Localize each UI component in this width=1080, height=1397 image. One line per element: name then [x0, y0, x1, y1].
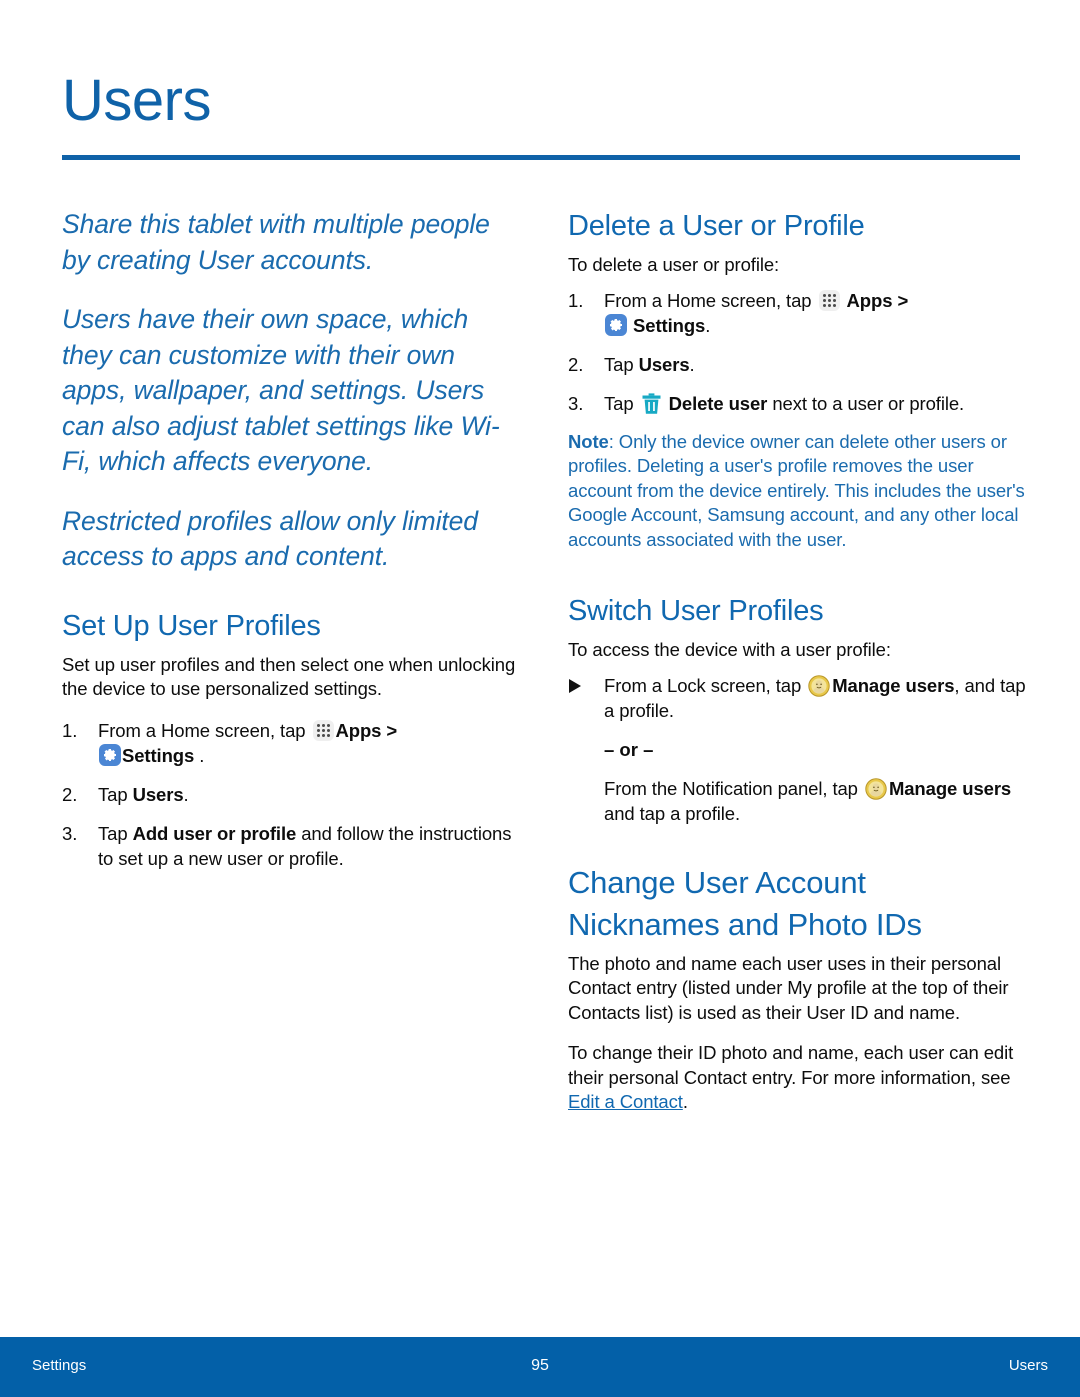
- footer-topic-label: Users: [1008, 1357, 1048, 1374]
- settings-icon: [99, 743, 121, 766]
- list-item: 1. From a Home screen, tap Apps > Setting…: [568, 288, 1028, 338]
- apps-label: Apps: [335, 719, 382, 741]
- delete-steps-list: 1. From a Home screen, tap Apps > Setting…: [568, 288, 1028, 416]
- step-bold-term: Delete user: [668, 392, 768, 414]
- apps-icon: [312, 719, 334, 741]
- settings-label: Settings: [633, 314, 706, 336]
- step-number: 1.: [62, 719, 78, 741]
- note-text: : Only the device owner can delete other…: [568, 430, 1025, 550]
- switch-intro-text: To access the device with a user profile…: [568, 639, 891, 660]
- heading-set-up-user-profiles: Set Up User Profiles: [62, 609, 321, 642]
- right-column: Delete a User or Profile To delete a use…: [568, 207, 1028, 1131]
- step-number: 2.: [568, 353, 584, 375]
- step-text-tail: next to a user or profile.: [767, 392, 965, 414]
- list-item: 3. Tap Delete user next to a user or prof…: [568, 391, 1028, 416]
- note-paragraph: Note: Only the device owner can delete o…: [568, 430, 1028, 553]
- delete-user-trash-icon: [642, 392, 661, 415]
- step-period: .: [183, 783, 189, 805]
- arrow-bullet-icon: [569, 678, 581, 693]
- nickname-paragraph-1: The photo and name each user uses in the…: [568, 952, 1009, 1023]
- page-title: Users: [62, 68, 211, 133]
- step-bold-term: Users: [638, 353, 690, 375]
- page-footer: Settings 95 Users: [0, 1337, 1080, 1397]
- intro-paragraph-3: Restricted profiles allow only limited a…: [62, 505, 478, 572]
- step-number: 3.: [568, 392, 584, 414]
- list-item: 1. From a Home screen, tap Apps > Setting…: [62, 718, 522, 768]
- step-separator: >: [897, 289, 909, 311]
- set-up-intro-text: Set up user profiles and then select one…: [62, 653, 516, 700]
- step-text: Tap: [604, 353, 634, 375]
- step-text: From a Lock screen, tap: [604, 674, 802, 696]
- heading-switch-user-profiles: Switch User Profiles: [568, 595, 824, 627]
- switch-steps-list: From a Lock screen, tap Manage users, an…: [568, 673, 1028, 723]
- edit-a-contact-link[interactable]: Edit a Contact: [568, 1091, 683, 1112]
- title-divider: [62, 155, 1020, 160]
- settings-icon: [605, 313, 627, 336]
- delete-intro-text: To delete a user or profile:: [568, 254, 780, 275]
- apps-icon: [818, 289, 840, 311]
- heading-change-user-account-nicknames-line2: Nicknames and Photo IDs: [568, 906, 922, 942]
- footer-page-number: 95: [531, 1357, 549, 1374]
- step-period: .: [689, 353, 695, 375]
- step-text: From a Home screen, tap: [604, 289, 812, 311]
- list-item: 3. Tap Add user or profile and follow the…: [62, 821, 522, 871]
- list-item: 2. Tap Users.: [568, 352, 1028, 377]
- switch-alternate-step: From the Notification panel, tap Manage …: [568, 776, 1028, 826]
- list-item: From a Lock screen, tap Manage users, an…: [568, 673, 1028, 723]
- step-period: .: [705, 314, 711, 336]
- step-bold-term: Manage users: [888, 777, 1012, 799]
- note-label: Note: [568, 430, 609, 452]
- manual-page: Users Share this tablet with multiple pe…: [0, 0, 1080, 1397]
- step-bold-term: Users: [132, 783, 184, 805]
- step-number: 2.: [62, 783, 78, 805]
- nickname-paragraph-2-post: .: [682, 1091, 688, 1112]
- step-text: Tap: [98, 783, 128, 805]
- step-text: Tap: [604, 392, 634, 414]
- step-text: From a Home screen, tap: [98, 719, 306, 741]
- step-text: Tap: [98, 822, 128, 844]
- step-text-tail: and tap a profile.: [604, 802, 741, 824]
- settings-label: Settings: [122, 744, 195, 766]
- manage-users-avatar-icon: [865, 777, 887, 800]
- nickname-paragraph-2-pre: To change their ID photo and name, each …: [568, 1042, 1014, 1088]
- step-number: 1.: [568, 289, 584, 311]
- set-up-steps-list: 1. From a Home screen, tap Apps > Setting…: [62, 718, 522, 871]
- step-bold-term: Manage users: [832, 674, 955, 696]
- apps-label: Apps: [846, 289, 893, 311]
- step-number: 3.: [62, 822, 78, 844]
- step-period: .: [199, 744, 205, 766]
- step-text: From the Notification panel, tap: [604, 777, 858, 799]
- heading-change-user-account-nicknames-line1: Change User Account: [568, 864, 866, 900]
- heading-delete-a-user-or-profile: Delete a User or Profile: [568, 210, 865, 242]
- nickname-paragraph-2: To change their ID photo and name, each …: [568, 1041, 1028, 1115]
- or-separator-label: – or –: [604, 738, 654, 760]
- intro-paragraph-2: Users have their own space, which they c…: [62, 304, 500, 476]
- step-bold-term: Add user or profile: [132, 822, 297, 844]
- list-item: 2. Tap Users.: [62, 782, 522, 807]
- step-separator: >: [386, 719, 398, 741]
- left-column: Share this tablet with multiple people b…: [62, 207, 522, 885]
- intro-paragraph-1: Share this tablet with multiple people b…: [62, 209, 490, 275]
- manage-users-avatar-icon: [808, 674, 830, 697]
